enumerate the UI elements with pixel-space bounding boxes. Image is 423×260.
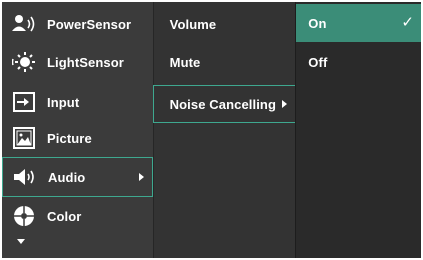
option-on[interactable]: On ✓: [296, 4, 421, 42]
submenu-item-label: Mute: [169, 54, 201, 70]
option-label: On: [308, 15, 327, 31]
light-sensor-icon: [12, 51, 36, 73]
submenu-item-volume[interactable]: Volume: [154, 5, 296, 43]
scroll-down-icon[interactable]: [17, 239, 25, 244]
chevron-right-icon: [138, 173, 144, 181]
option-off[interactable]: Off: [296, 43, 421, 81]
checkmark-icon: ✓: [401, 14, 414, 31]
menu-item-label: Input: [47, 94, 80, 110]
menu-item-label: LightSensor: [47, 54, 124, 70]
option-label: Off: [308, 54, 328, 70]
menu-item-label: Color: [47, 208, 82, 224]
menu-item-label: PowerSensor: [47, 16, 132, 32]
menu-item-color[interactable]: Color: [2, 198, 153, 234]
menu-item-audio[interactable]: Audio: [2, 157, 153, 197]
menu-item-label: Audio: [48, 169, 86, 185]
audio-submenu: Volume Mute Noise Cancelling: [152, 2, 297, 258]
submenu-item-label: Volume: [169, 16, 217, 32]
chevron-right-icon: [282, 100, 288, 108]
input-icon: [12, 91, 36, 113]
submenu-item-mute[interactable]: Mute: [154, 43, 296, 81]
picture-icon: [12, 127, 36, 149]
options-panel: On ✓ Off: [295, 2, 421, 258]
menu-item-label: Picture: [47, 130, 92, 146]
main-menu: PowerSensor LightSensor Input Picture Au…: [2, 2, 153, 258]
submenu-item-label: Noise Cancelling: [169, 96, 276, 112]
menu-item-lightsensor[interactable]: LightSensor: [2, 44, 153, 80]
submenu-item-noise-cancelling[interactable]: Noise Cancelling: [152, 85, 297, 123]
color-icon: [12, 205, 36, 227]
speaker-icon: [13, 166, 37, 188]
menu-item-picture[interactable]: Picture: [2, 120, 153, 156]
power-sensor-icon: [12, 13, 36, 35]
osd-menu: PowerSensor LightSensor Input Picture Au…: [2, 2, 421, 258]
menu-item-powersensor[interactable]: PowerSensor: [2, 6, 153, 42]
menu-item-input[interactable]: Input: [2, 84, 153, 120]
